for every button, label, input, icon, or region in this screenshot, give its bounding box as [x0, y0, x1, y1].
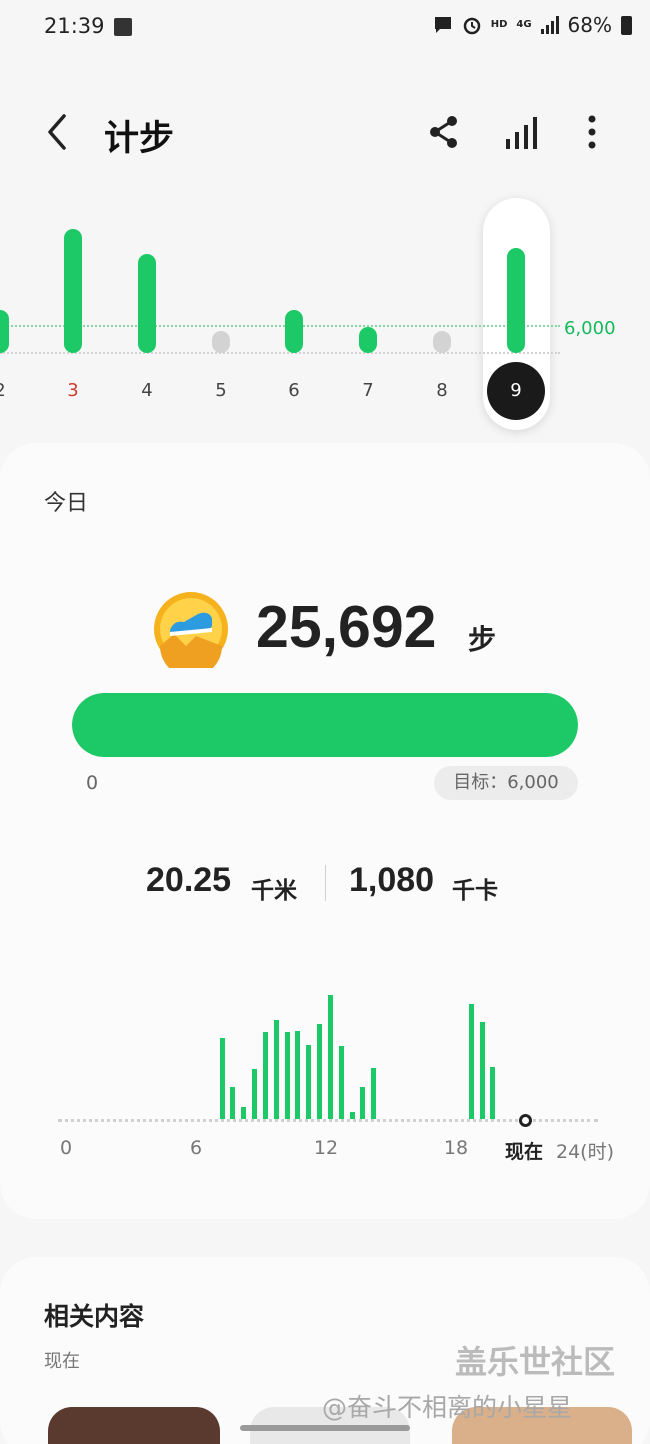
signal-icon: [540, 16, 559, 34]
calories-value: 1,080: [349, 861, 435, 899]
day-steps-bar[interactable]: [64, 229, 82, 353]
hourly-steps-bar: [360, 1086, 366, 1119]
hourly-steps-bar: [327, 995, 333, 1119]
hourly-steps-bar: [306, 1044, 312, 1119]
home-indicator[interactable]: [240, 1425, 410, 1431]
day-label[interactable]: 5: [201, 380, 241, 401]
hour-tick-label: 0: [59, 1137, 73, 1159]
hourly-steps-bar: [479, 1022, 485, 1119]
distance-value: 20.25: [146, 861, 232, 899]
day-label[interactable]: 3: [53, 380, 93, 401]
distance-calories-row: 20.25 千米 1,080 千卡: [0, 861, 650, 911]
related-content-subtitle: 现在: [44, 1351, 80, 1372]
calories-unit: 千卡: [452, 878, 498, 904]
hourly-steps-bar: [230, 1086, 236, 1119]
day-steps-bar[interactable]: [359, 327, 377, 353]
day-label[interactable]: 6: [274, 380, 314, 401]
day-steps-bar[interactable]: [507, 247, 525, 353]
network-4g-label: 4G: [516, 19, 532, 30]
bar-chart-icon[interactable]: [503, 112, 539, 152]
hourly-steps-bar: [468, 1003, 474, 1119]
watermark-brand: 盖乐世社区: [455, 1343, 616, 1381]
back-icon[interactable]: [40, 112, 74, 152]
goal-line: [0, 325, 560, 327]
goal-line-label: 6,000: [564, 318, 616, 339]
status-time: 21:39: [44, 14, 105, 38]
battery-icon: [621, 15, 632, 35]
hourly-baseline: [58, 1119, 598, 1122]
goal-chip[interactable]: 目标：6,000: [434, 766, 578, 800]
daily-steps-strip: 6,000 2 3 4 5 6 7 8 9: [0, 190, 650, 440]
day-steps-bar[interactable]: [212, 331, 230, 353]
page-title: 计步: [104, 119, 175, 159]
steps-unit: 步: [468, 623, 497, 656]
day-steps-bar[interactable]: [285, 309, 303, 353]
message-notification-icon: [434, 17, 451, 33]
day-label[interactable]: 2: [0, 380, 20, 401]
share-icon[interactable]: [426, 112, 462, 152]
hourly-steps-bar: [349, 1111, 355, 1119]
baseline: [0, 352, 560, 354]
gallery-notification-icon: [114, 18, 132, 36]
hour-tick-label: 6: [189, 1137, 203, 1159]
alarm-icon: [463, 17, 480, 35]
status-right: HD 4G 68%: [433, 13, 632, 37]
day-label[interactable]: 4: [127, 380, 167, 401]
steps-progress-fill: [72, 693, 578, 757]
hour-tick-label: 18: [443, 1137, 469, 1159]
today-label: 今日: [44, 491, 89, 516]
hour-axis-end-label: 24(时): [556, 1141, 615, 1163]
hourly-steps-bar: [371, 1068, 377, 1119]
day-label[interactable]: 8: [422, 380, 462, 401]
battery-percent: 68%: [567, 13, 612, 37]
hourly-steps-bar: [295, 1030, 301, 1119]
hourly-steps-bar: [262, 1032, 268, 1119]
hourly-steps-bar: [252, 1069, 257, 1119]
hour-tick-label: 12: [313, 1137, 339, 1159]
progress-start-label: 0: [86, 772, 99, 794]
hourly-steps-bar: [273, 1019, 279, 1119]
hourly-steps-bar: [284, 1032, 290, 1119]
day-steps-bar[interactable]: [138, 253, 156, 353]
steps-count: 25,692: [256, 594, 437, 660]
more-vertical-icon[interactable]: [574, 112, 610, 152]
hourly-steps-bar: [219, 1038, 225, 1119]
today-card: 今日 25,692 步 0 目标：6,000 20.25 千米 1,080 千卡…: [0, 443, 650, 1219]
day-label[interactable]: 7: [348, 380, 388, 401]
step-goal-medal-icon: [154, 592, 228, 668]
day-steps-bar[interactable]: [433, 331, 451, 353]
related-thumbnail[interactable]: [48, 1407, 220, 1444]
stats-divider: [325, 865, 326, 901]
day-label[interactable]: 9: [487, 362, 545, 420]
app-header: 计步: [0, 98, 650, 168]
now-label: 现在: [505, 1141, 544, 1163]
network-hd-label: HD: [490, 19, 508, 30]
hourly-steps-bar: [317, 1023, 322, 1119]
hourly-steps-bar: [338, 1045, 344, 1119]
hourly-steps-chart: 现在 24(时) 0 6 12 18: [0, 973, 650, 1173]
related-content-title: 相关内容: [44, 1302, 145, 1331]
day-steps-bar[interactable]: [0, 309, 9, 353]
hourly-steps-bar: [490, 1066, 496, 1119]
hourly-steps-bar: [241, 1106, 247, 1119]
now-marker: [519, 1114, 532, 1127]
status-bar: 21:39 HD 4G 68%: [0, 0, 650, 56]
steps-progress-bar: [72, 693, 578, 757]
distance-unit: 千米: [251, 878, 297, 904]
watermark-author: @奋斗不相离的小星星: [322, 1393, 573, 1422]
